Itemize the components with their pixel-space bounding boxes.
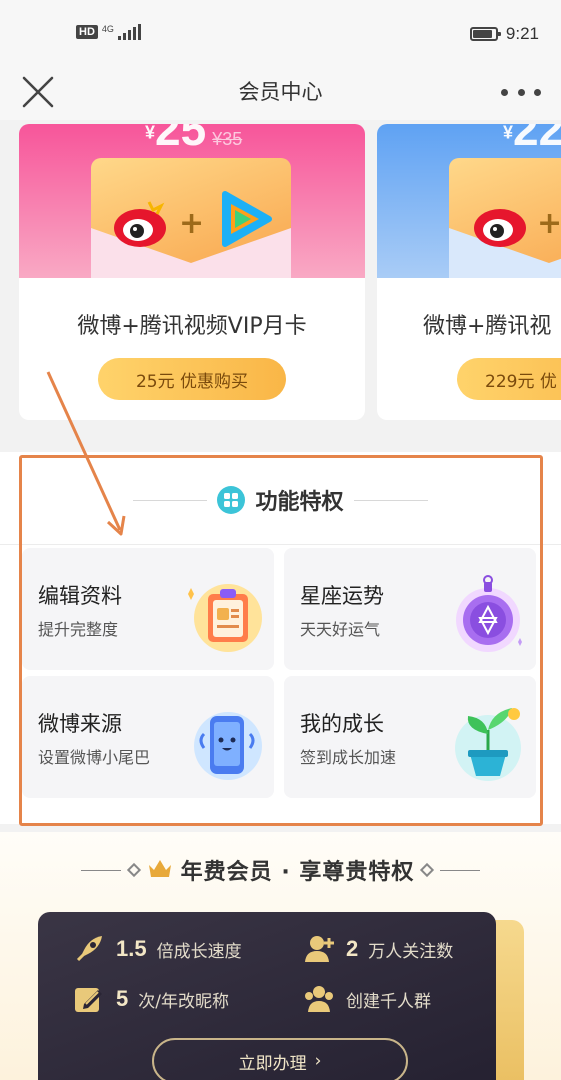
annual-title: 年费会员 · 享尊贵特权 (180, 860, 415, 885)
tile-title: 微博来源 (38, 712, 122, 736)
status-time: 9:21 (505, 24, 539, 43)
more-dots-icon[interactable] (501, 74, 541, 110)
product-card[interactable]: ¥25 ¥35 + 微博+腾讯视频VIP月卡 25元 优惠购买 (19, 124, 365, 420)
tile-title: 我的成长 (300, 712, 384, 736)
perk-item: 5 次/年改昵称 (72, 982, 229, 1016)
feature-tile-weibo-source[interactable]: 微博来源 设置微博小尾巴 (22, 676, 274, 798)
phone-mascot-icon (194, 712, 262, 780)
edit-icon (75, 988, 102, 1012)
perk-item: 2 万人关注数 (302, 932, 453, 966)
grid-icon (217, 486, 246, 514)
signal-strength-icon (117, 24, 141, 40)
signal-group: HD 4G (76, 24, 141, 40)
product-banner: ¥22 + (377, 124, 561, 278)
product-banner: ¥25 ¥35 + (19, 124, 365, 278)
banner-price: ¥25 ¥35 (145, 124, 243, 155)
plus-icon: + (537, 206, 561, 241)
buy-button[interactable]: 229元 优 (457, 358, 561, 400)
section-title: 功能特权 (255, 490, 344, 515)
section-header: 功能特权 (0, 484, 561, 516)
page-title: 会员中心 (238, 80, 323, 104)
weibo-logo-icon (474, 209, 526, 247)
feature-tile-horoscope[interactable]: 星座运势 天天好运气 (284, 548, 536, 670)
network-type: 4G (101, 23, 114, 34)
tile-subtitle: 天天好运气 (300, 620, 381, 639)
group-icon (305, 986, 333, 1012)
diamond-icon (420, 862, 435, 878)
sprout-pot-icon (455, 708, 521, 781)
clipboard-profile-icon (188, 584, 262, 652)
buy-button[interactable]: 25元 优惠购买 (98, 358, 286, 400)
tile-subtitle: 设置微博小尾巴 (38, 748, 151, 767)
apply-now-button[interactable]: 立即办理 › (152, 1038, 408, 1080)
feature-privileges-section: 功能特权 编辑资料 提升完整度 星座运势 天天好运气 微博来源 设置微博小尾巴 … (0, 452, 561, 824)
star-amulet-icon (456, 575, 522, 652)
section-header: 年费会员 · 享尊贵特权 (0, 854, 561, 886)
product-card[interactable]: ¥22 + 微博+腾讯视 229元 优 (377, 124, 561, 420)
tile-title: 星座运势 (300, 584, 384, 608)
product-carousel[interactable]: ¥25 ¥35 + 微博+腾讯视频VIP月卡 25元 优惠购买 ¥22 + 微博… (0, 120, 561, 442)
user-plus-icon (305, 936, 334, 962)
nav-bar: 会员中心 (0, 64, 561, 120)
banner-price: ¥22 (503, 124, 561, 155)
crown-icon (147, 857, 173, 883)
product-title: 微博+腾讯视频VIP月卡 (77, 314, 307, 339)
feature-tile-edit-profile[interactable]: 编辑资料 提升完整度 (22, 548, 274, 670)
product-title: 微博+腾讯视 (423, 314, 552, 339)
battery-icon (469, 27, 501, 41)
diamond-icon (126, 862, 141, 878)
rocket-icon (76, 936, 102, 962)
perk-item: 创建千人群 (302, 982, 431, 1016)
weibo-logo-icon (114, 201, 166, 247)
annual-benefits-card: 1.5 倍成长速度 2 万人关注数 5 次/年改昵称 创建千人群 立即办理 › (38, 912, 496, 1080)
tile-subtitle: 签到成长加速 (300, 748, 397, 767)
perk-item: 1.5 倍成长速度 (72, 932, 242, 966)
annual-membership-section: 年费会员 · 享尊贵特权 1.5 倍成长速度 2 万人关注数 5 次/年改昵称 创建千… (0, 832, 561, 1080)
tile-title: 编辑资料 (38, 584, 122, 608)
feature-tile-my-growth[interactable]: 我的成长 签到成长加速 (284, 676, 536, 798)
tencent-video-logo-icon (222, 191, 272, 247)
plus-icon: + (179, 206, 205, 241)
hd-badge: HD (76, 25, 98, 39)
tile-subtitle: 提升完整度 (38, 620, 119, 639)
chevron-right-icon: › (314, 1051, 322, 1071)
status-bar: HD 4G 9:21 (0, 0, 561, 64)
